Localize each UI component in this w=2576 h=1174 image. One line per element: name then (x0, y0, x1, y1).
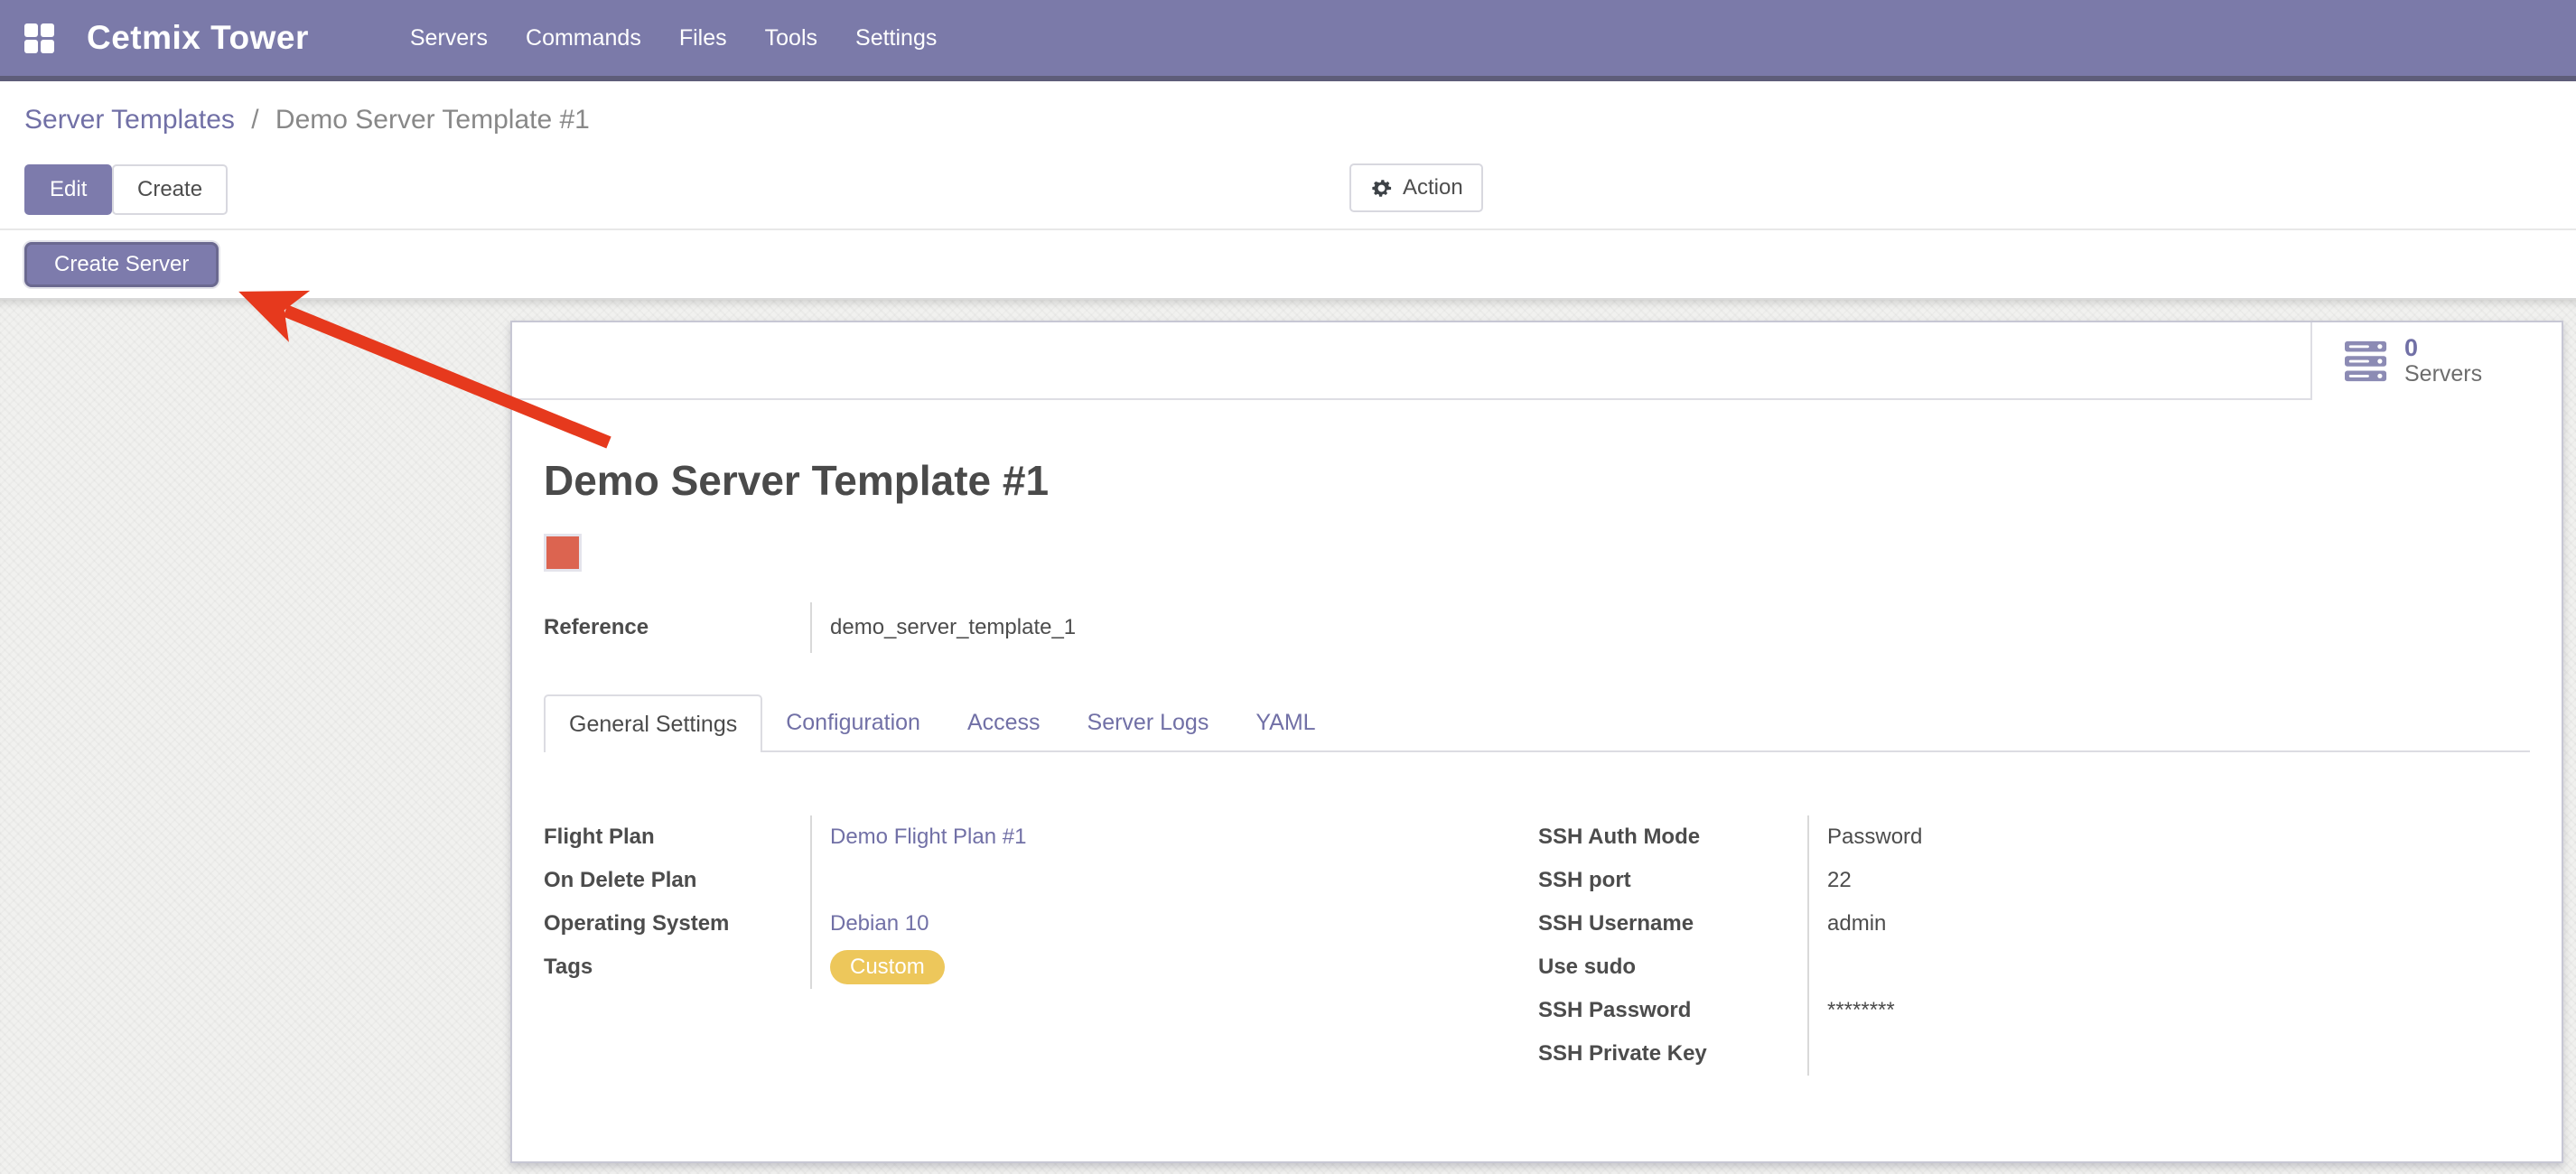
nav-item-commands[interactable]: Commands (526, 25, 641, 51)
create-server-button[interactable]: Create Server (24, 242, 219, 287)
apps-grid-square (41, 40, 54, 53)
record-color-swatch (544, 534, 582, 572)
edit-button[interactable]: Edit (24, 164, 112, 215)
group-right: SSH Auth Mode Password SSH port 22 SSH U… (1538, 815, 2530, 1076)
field-label-ssh-password: SSH Password (1538, 989, 1807, 1032)
group-left: Flight Plan Demo Flight Plan #1 On Delet… (544, 815, 1538, 1076)
server-stack-icon (2345, 340, 2388, 382)
operating-system-link[interactable]: Debian 10 (830, 911, 929, 936)
create-button[interactable]: Create (112, 164, 228, 215)
field-label-use-sudo: Use sudo (1538, 946, 1807, 989)
field-value-ssh-auth-mode: Password (1807, 815, 2530, 859)
nav-item-files[interactable]: Files (679, 25, 727, 51)
field-value-ssh-password: ******** (1807, 989, 2530, 1032)
tag-badge-custom: Custom (830, 950, 945, 984)
tab-access[interactable]: Access (944, 694, 1064, 750)
reference-label: Reference (544, 615, 810, 640)
field-label-operating-system: Operating System (544, 902, 810, 946)
tab-yaml[interactable]: YAML (1232, 694, 1339, 750)
field-groups: Flight Plan Demo Flight Plan #1 On Delet… (544, 815, 2530, 1076)
apps-grid-square (24, 40, 38, 53)
reference-value: demo_server_template_1 (810, 602, 1076, 653)
field-value-tags: Custom (810, 946, 1538, 989)
nav-menu: Servers Commands Files Tools Settings (410, 25, 937, 51)
field-value-ssh-private-key (1807, 1032, 2530, 1076)
field-value-operating-system: Debian 10 (810, 902, 1538, 946)
nav-item-tools[interactable]: Tools (765, 25, 817, 51)
apps-grid-square (24, 23, 38, 37)
stat-count: 0 (2404, 335, 2482, 362)
field-label-ssh-username: SSH Username (1538, 902, 1807, 946)
breadcrumb-separator: / (251, 105, 258, 135)
breadcrumb-current: Demo Server Template #1 (275, 105, 590, 135)
field-label-flight-plan: Flight Plan (544, 815, 810, 859)
field-label-ssh-port: SSH port (1538, 859, 1807, 902)
stat-text: 0 Servers (2404, 335, 2482, 387)
control-panel: Server Templates / Demo Server Template … (0, 81, 2576, 230)
record-title: Demo Server Template #1 (544, 456, 2530, 505)
field-label-ssh-auth-mode: SSH Auth Mode (1538, 815, 1807, 859)
nav-item-settings[interactable]: Settings (855, 25, 937, 51)
button-box: 0 Servers (512, 322, 2562, 400)
action-button-label: Action (1403, 175, 1463, 200)
apps-grid-square (41, 23, 54, 37)
action-button[interactable]: Action (1349, 163, 1483, 212)
field-label-ssh-private-key: SSH Private Key (1538, 1032, 1807, 1076)
field-value-flight-plan: Demo Flight Plan #1 (810, 815, 1538, 859)
field-label-tags: Tags (544, 946, 810, 989)
field-label-on-delete-plan: On Delete Plan (544, 859, 810, 902)
field-value-on-delete-plan (810, 859, 1538, 902)
breadcrumb-parent-link[interactable]: Server Templates (24, 105, 235, 135)
tab-server-logs[interactable]: Server Logs (1064, 694, 1233, 750)
gear-icon (1369, 176, 1394, 200)
flight-plan-link[interactable]: Demo Flight Plan #1 (830, 825, 1026, 850)
template-action-strip: Create Server (0, 232, 2576, 300)
breadcrumb: Server Templates / Demo Server Template … (24, 105, 590, 135)
page: Cetmix Tower Servers Commands Files Tool… (0, 0, 2576, 1174)
field-value-ssh-port: 22 (1807, 859, 2530, 902)
tab-general-settings[interactable]: General Settings (544, 694, 762, 752)
tab-configuration[interactable]: Configuration (762, 694, 944, 750)
field-value-use-sudo (1807, 946, 2530, 989)
brand-title[interactable]: Cetmix Tower (87, 19, 309, 57)
stat-label: Servers (2404, 362, 2482, 387)
reference-field-row: Reference demo_server_template_1 (544, 602, 2530, 653)
top-nav: Cetmix Tower Servers Commands Files Tool… (0, 0, 2576, 81)
field-value-ssh-username: admin (1807, 902, 2530, 946)
nav-item-servers[interactable]: Servers (410, 25, 488, 51)
form-sheet: Demo Server Template #1 Reference demo_s… (512, 456, 2562, 1076)
content-area: 0 Servers Demo Server Template #1 Refere… (0, 300, 2576, 1174)
form-card: 0 Servers Demo Server Template #1 Refere… (510, 321, 2563, 1163)
servers-stat-button[interactable]: 0 Servers (2310, 322, 2562, 400)
apps-grid-icon[interactable] (24, 23, 54, 53)
notebook-tabs: General Settings Configuration Access Se… (544, 694, 2530, 752)
